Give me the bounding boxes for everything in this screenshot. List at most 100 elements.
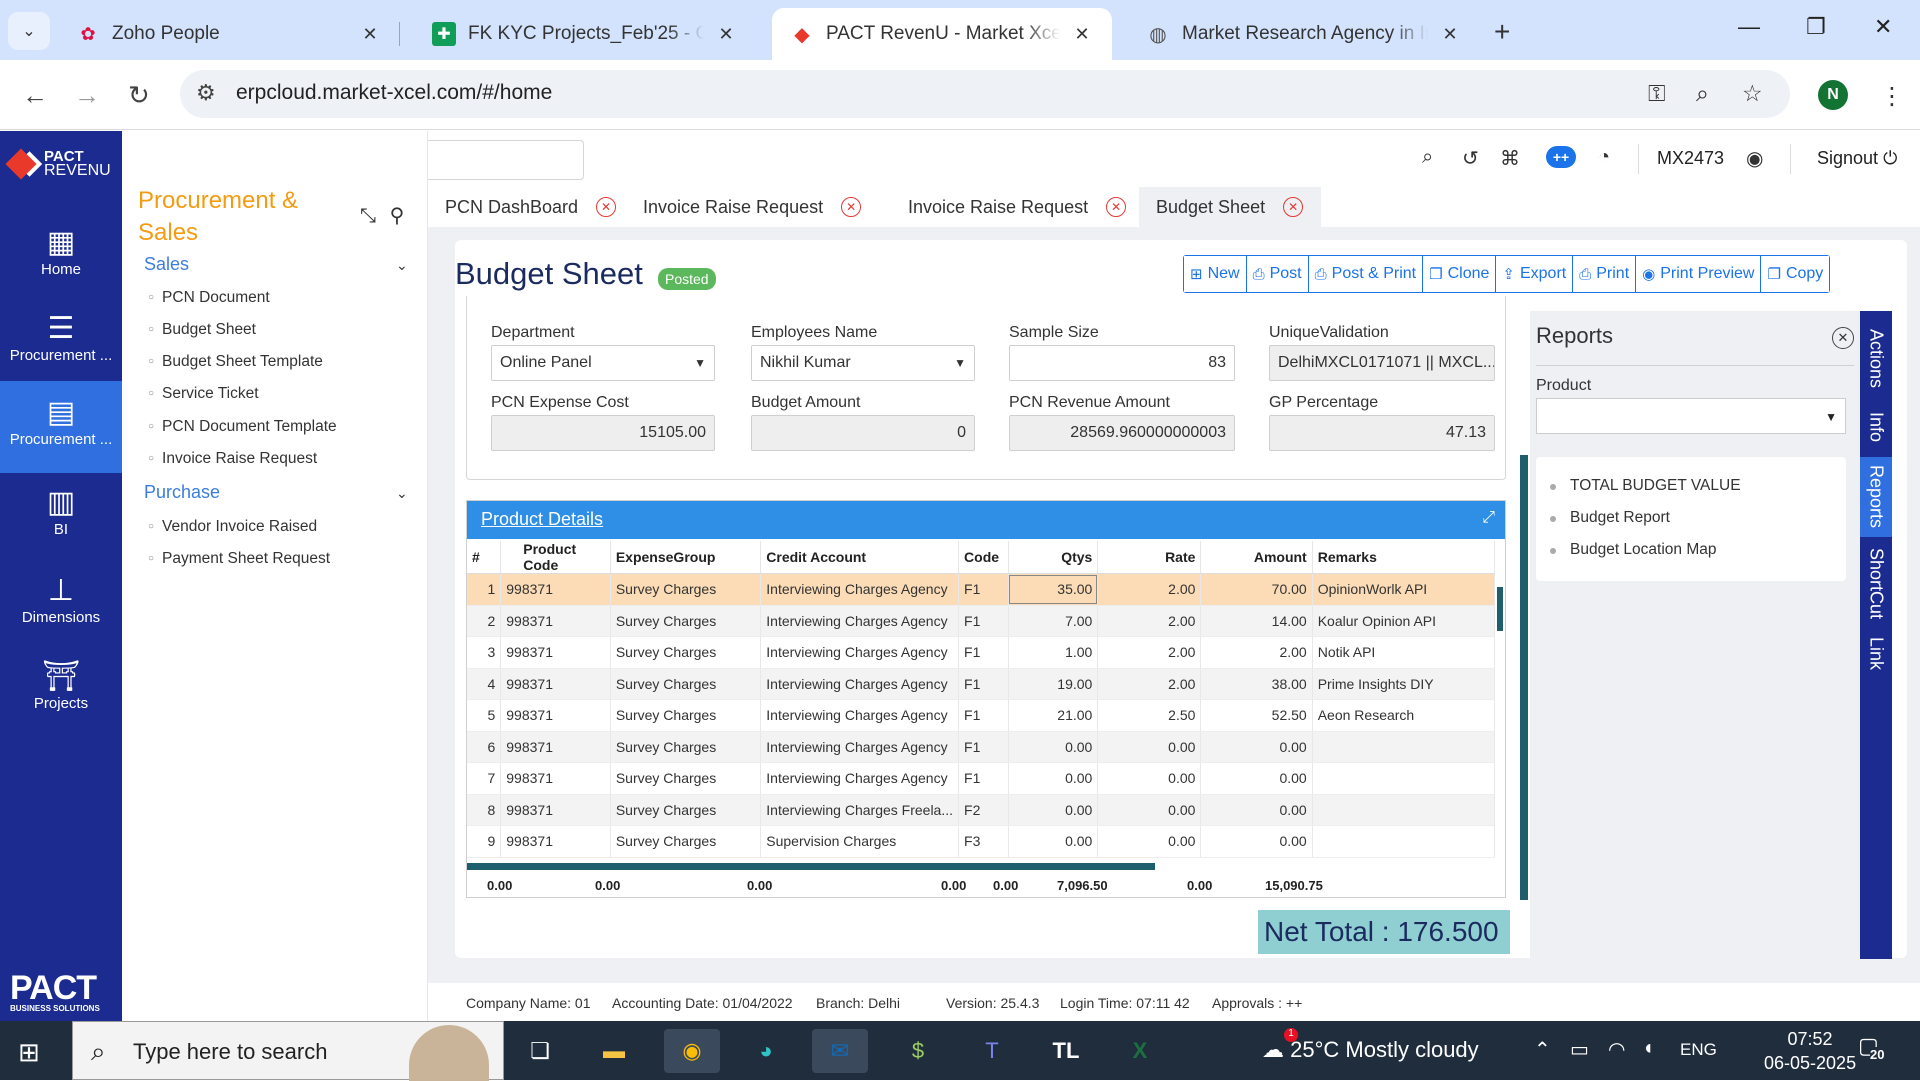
table-cell[interactable]: 998371 bbox=[500, 699, 611, 732]
chevron-down-icon[interactable]: ⌄ bbox=[396, 257, 408, 274]
table-cell[interactable]: 21.00 bbox=[1008, 699, 1099, 732]
pcn-expense-cost-field[interactable]: 15105.00 bbox=[491, 415, 715, 451]
table-cell[interactable]: F1 bbox=[958, 668, 1009, 700]
table-cell[interactable]: 38.00 bbox=[1200, 668, 1313, 700]
collapse-icon[interactable]: ⤡ bbox=[360, 205, 376, 227]
taskbar-search[interactable]: ⌕ Type here to search bbox=[72, 1021, 504, 1081]
table-cell[interactable]: Interviewing Charges Freela... bbox=[760, 794, 960, 826]
nav-home[interactable]: ▦ Home bbox=[0, 215, 122, 301]
table-cell[interactable]: 998371 bbox=[500, 636, 611, 669]
history-icon[interactable]: ↺ bbox=[1462, 146, 1479, 171]
table-cell[interactable]: Notik API bbox=[1312, 636, 1496, 669]
table-cell[interactable]: Koalur Opinion API bbox=[1312, 605, 1496, 637]
table-cell[interactable]: 0.00 bbox=[1097, 794, 1202, 826]
table-cell[interactable]: Aeon Research bbox=[1312, 699, 1496, 732]
menu-item-budget-sheet-template[interactable]: Budget Sheet Template bbox=[148, 353, 323, 371]
table-cell[interactable]: 0.00 bbox=[1200, 794, 1313, 826]
table-cell[interactable]: 0.00 bbox=[1200, 825, 1313, 858]
nav-dimensions[interactable]: ⊥ Dimensions bbox=[0, 563, 122, 649]
table-cell[interactable]: 0.00 bbox=[1097, 731, 1202, 763]
user-code[interactable]: MX2473 bbox=[1657, 148, 1724, 169]
plus-plus-icon[interactable]: ++ bbox=[1546, 146, 1576, 168]
browser-tab-sheets[interactable]: ✚ FK KYC Projects_Feb'25 - Googl ✕ bbox=[414, 8, 756, 60]
table-cell[interactable]: Survey Charges bbox=[610, 794, 762, 826]
table-cell[interactable]: 2.00 bbox=[1097, 668, 1202, 700]
menu-item-vendor-invoice-raised[interactable]: Vendor Invoice Raised bbox=[148, 518, 317, 536]
table-cell[interactable]: Interviewing Charges Agency bbox=[760, 731, 960, 763]
report-total-budget-value[interactable]: TOTAL BUDGET VALUE bbox=[1550, 477, 1741, 495]
table-cell[interactable]: F1 bbox=[958, 762, 1009, 795]
pcn-revenue-amount-field[interactable]: 28569.960000000003 bbox=[1009, 415, 1235, 451]
tab-pcn-dashboard[interactable]: PCN DashBoard ✕ bbox=[428, 187, 634, 227]
table-row[interactable]: 1 998371 Survey Charges Interviewing Charge… bbox=[467, 573, 1496, 606]
copy-button[interactable]: ❐ Copy bbox=[1761, 256, 1830, 292]
table-row[interactable]: 2 998371 Survey Charges Interviewing Charge… bbox=[467, 605, 1496, 637]
nav-bi[interactable]: ▥ BI bbox=[0, 475, 122, 561]
url-text[interactable]: erpcloud.market-xcel.com/#/home bbox=[236, 81, 552, 105]
close-tab-icon[interactable]: ✕ bbox=[358, 22, 382, 46]
sample-size-field[interactable]: 83 bbox=[1009, 345, 1235, 381]
unique-validation-field[interactable]: DelhiMXCL0171071 || MXCL... bbox=[1269, 345, 1495, 381]
table-cell[interactable]: 0.00 bbox=[1200, 731, 1313, 763]
user-circle-icon[interactable]: ◉ bbox=[1746, 146, 1763, 171]
chevron-up-icon[interactable]: ⌃ bbox=[1534, 1037, 1551, 1062]
tab-invoice-raise-request-1[interactable]: Invoice Raise Request ✕ bbox=[626, 187, 879, 227]
table-cell[interactable]: F1 bbox=[958, 605, 1009, 637]
outlook-icon[interactable]: ✉ bbox=[812, 1029, 868, 1073]
forward-icon[interactable]: → bbox=[74, 80, 100, 111]
table-cell[interactable]: Survey Charges bbox=[610, 825, 762, 858]
table-cell[interactable]: Survey Charges bbox=[610, 573, 762, 606]
col-header[interactable]: Code bbox=[958, 541, 1009, 574]
col-header[interactable]: Credit Account bbox=[760, 541, 960, 574]
taskbar-clock[interactable]: 07:52 06-05-2025 bbox=[1764, 1027, 1856, 1075]
bookmark-star-icon[interactable]: ☆ bbox=[1742, 80, 1763, 107]
table-cell[interactable]: 998371 bbox=[500, 762, 611, 795]
print-preview-button[interactable]: ◉ Print Preview bbox=[1636, 256, 1762, 292]
report-budget-location-map[interactable]: Budget Location Map bbox=[1550, 541, 1717, 559]
table-cell[interactable]: F3 bbox=[958, 825, 1009, 858]
table-cell[interactable]: 0.00 bbox=[1097, 825, 1202, 858]
edge-icon[interactable]: ◕ bbox=[738, 1029, 794, 1073]
clone-button[interactable]: ❐ Clone bbox=[1423, 256, 1497, 292]
table-cell[interactable]: 998371 bbox=[500, 825, 611, 858]
close-tab-icon[interactable]: ✕ bbox=[1070, 22, 1094, 46]
report-budget-report[interactable]: Budget Report bbox=[1550, 509, 1670, 527]
notifications-icon[interactable]: ▢ 20 bbox=[1858, 1033, 1885, 1062]
print-button[interactable]: ⎙ Print bbox=[1573, 256, 1637, 292]
table-cell[interactable]: 2.50 bbox=[1097, 699, 1202, 732]
table-cell[interactable]: 52.50 bbox=[1200, 699, 1313, 732]
side-tab-link[interactable]: Link bbox=[1860, 631, 1892, 677]
table-cell[interactable]: 0.00 bbox=[1008, 825, 1099, 858]
menu-item-payment-sheet-request[interactable]: Payment Sheet Request bbox=[148, 550, 330, 568]
expand-icon[interactable]: ⤢ bbox=[1482, 509, 1495, 527]
table-cell[interactable]: 0.00 bbox=[1008, 762, 1099, 795]
table-cell[interactable]: Survey Charges bbox=[610, 699, 762, 732]
side-tab-shortcut[interactable]: ShortCut bbox=[1860, 541, 1892, 627]
table-cell[interactable]: 0.00 bbox=[1200, 762, 1313, 795]
gp-percentage-field[interactable]: 47.13 bbox=[1269, 415, 1495, 451]
horizontal-scrollbar[interactable] bbox=[467, 863, 1155, 870]
pin-icon[interactable]: ⚲ bbox=[390, 205, 405, 227]
side-tab-actions[interactable]: Actions bbox=[1860, 321, 1892, 397]
table-cell[interactable]: 998371 bbox=[500, 605, 611, 637]
table-cell[interactable]: 998371 bbox=[500, 794, 611, 826]
palette-icon[interactable]: ◔ bbox=[1598, 146, 1610, 169]
windows-start-icon[interactable]: ⊞ bbox=[18, 1037, 40, 1068]
table-cell[interactable]: 14.00 bbox=[1200, 605, 1313, 637]
zoom-icon[interactable]: ⌕ bbox=[1696, 80, 1709, 107]
menu-item-invoice-raise-request[interactable]: Invoice Raise Request bbox=[148, 450, 317, 468]
back-icon[interactable]: ← bbox=[22, 80, 48, 111]
col-header[interactable]: ExpenseGroup bbox=[610, 541, 762, 574]
table-row[interactable]: 7 998371 Survey Charges Interviewing Charge… bbox=[467, 762, 1496, 795]
post-print-button[interactable]: ⎙ Post & Print bbox=[1308, 256, 1424, 292]
chevron-down-icon[interactable]: ⌄ bbox=[396, 485, 408, 502]
table-cell[interactable]: 7.00 bbox=[1008, 605, 1099, 637]
table-cell[interactable]: 1.00 bbox=[1008, 636, 1099, 669]
table-cell[interactable]: 8 bbox=[467, 794, 502, 826]
site-settings-icon[interactable]: ⚙ bbox=[196, 80, 216, 106]
table-cell[interactable]: Survey Charges bbox=[610, 762, 762, 795]
tab-invoice-raise-request-2[interactable]: Invoice Raise Request ✕ bbox=[891, 187, 1144, 227]
table-cell[interactable]: Prime Insights DIY bbox=[1312, 668, 1496, 700]
budget-amount-field[interactable]: 0 bbox=[751, 415, 975, 451]
table-row[interactable]: 4 998371 Survey Charges Interviewing Charge… bbox=[467, 668, 1496, 700]
